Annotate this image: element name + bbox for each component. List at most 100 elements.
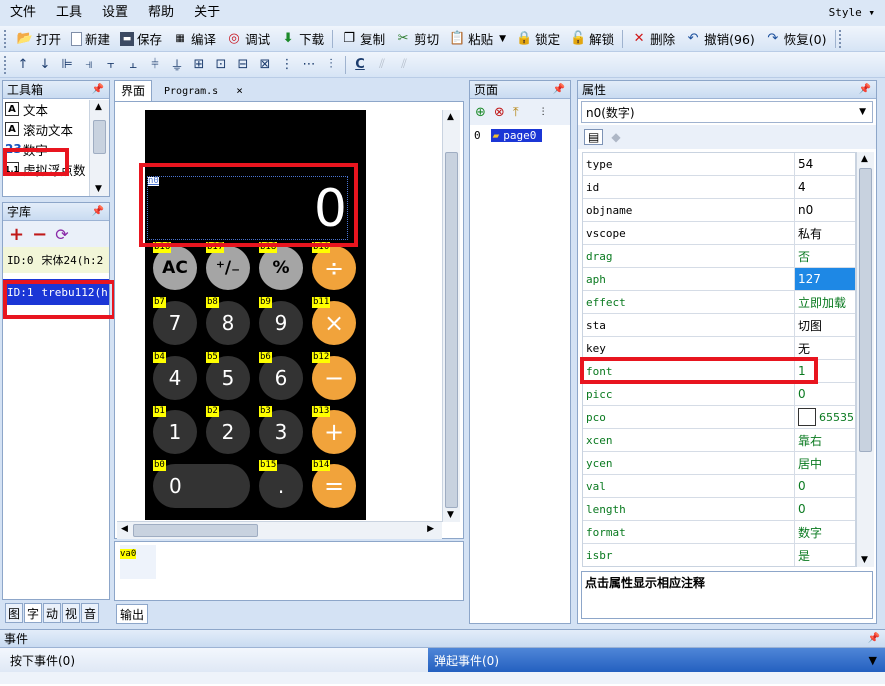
property-value[interactable]: 数字 — [795, 521, 855, 543]
space-h-icon[interactable]: ⋮ — [276, 57, 298, 72]
property-row-ycen[interactable]: ycen 居中 — [583, 452, 855, 475]
unlock-button[interactable]: 🔓 解锁 — [565, 28, 619, 50]
property-value[interactable]: 私有 — [795, 222, 855, 244]
same-size-icon[interactable]: ⊠ — [254, 57, 276, 72]
tab-press-event[interactable]: 按下事件(0) — [0, 648, 428, 672]
menu-about[interactable]: 关于 — [184, 0, 230, 26]
property-row-effect[interactable]: effect 立即加载 — [583, 291, 855, 314]
align-center-v-icon[interactable]: ⫩ — [144, 57, 166, 72]
arrow-up-icon[interactable]: ↑ — [12, 57, 34, 72]
toolbar-overflow[interactable]: ⋮ — [539, 107, 548, 117]
property-row-vscope[interactable]: vscope 私有 — [583, 222, 855, 245]
props-scrollbar[interactable]: ▲ ▼ — [856, 152, 874, 567]
align-grid-icon[interactable]: ⊞ — [188, 57, 210, 72]
remove-icon[interactable]: − — [32, 224, 47, 245]
menu-help[interactable]: 帮助 — [138, 0, 184, 26]
pin-icon[interactable]: 📌 — [92, 203, 104, 221]
align-top-icon[interactable]: ⫟ — [100, 57, 122, 72]
property-row-pco[interactable]: pco 65535 — [583, 406, 855, 429]
property-row-sta[interactable]: sta 切图 — [583, 314, 855, 337]
tab-audio[interactable]: 音 — [81, 603, 99, 623]
compile-button[interactable]: ▦ 编译 — [167, 28, 221, 50]
property-row-type[interactable]: type 54 — [583, 153, 855, 176]
toolbar-grip[interactable] — [4, 29, 9, 48]
delete-button[interactable]: ✕ 删除 — [626, 28, 680, 50]
space-v-icon[interactable]: ⋯ — [298, 57, 320, 72]
add-page-icon[interactable]: ⊕ — [475, 105, 486, 120]
undo-button[interactable]: ↶ 撤销(96) — [680, 28, 760, 50]
property-row-xcen[interactable]: xcen 靠右 — [583, 429, 855, 452]
scrollbar-thumb[interactable] — [445, 152, 458, 508]
color-swatch[interactable] — [798, 408, 816, 426]
same-height-icon[interactable]: ⊟ — [232, 57, 254, 72]
tab-pictures[interactable]: 图 — [5, 603, 23, 623]
tab-interface[interactable]: 界面 — [114, 80, 153, 101]
property-value[interactable]: 是 — [795, 544, 855, 566]
align-right-icon[interactable]: ⫣ — [78, 57, 100, 72]
property-value[interactable]: 无 — [795, 337, 855, 359]
scrollbar-thumb[interactable] — [133, 524, 258, 537]
variable-va0[interactable]: va0 — [120, 545, 156, 579]
toolbar-overflow[interactable] — [838, 29, 844, 48]
arrow-down-icon[interactable]: ↓ — [34, 57, 56, 72]
chevron-down-icon[interactable]: ▼ — [869, 654, 877, 667]
property-row-length[interactable]: length 0 — [583, 498, 855, 521]
tab-animations[interactable]: 动 — [43, 603, 61, 623]
property-value[interactable]: 54 — [795, 153, 855, 175]
scrollbar-thumb[interactable] — [93, 120, 106, 154]
pin-icon[interactable]: 📌 — [868, 630, 880, 648]
style-menu[interactable]: Style ▾ — [829, 0, 875, 26]
delete-page-icon[interactable]: ⊗ — [494, 105, 505, 120]
menu-file[interactable]: 文件 — [0, 0, 46, 26]
close-icon[interactable]: × — [236, 84, 243, 97]
lock-button[interactable]: 🔒 锁定 — [511, 28, 565, 50]
property-value[interactable]: 0 — [795, 475, 855, 497]
tab-release-event[interactable]: 弹起事件(0) ▼ — [428, 648, 885, 672]
property-row-aph[interactable]: aph 127 — [583, 268, 855, 291]
paste-button[interactable]: 📋 粘贴 ▼ — [444, 28, 511, 50]
refresh-icon[interactable]: ⟳ — [55, 225, 68, 244]
page-list-item[interactable]: 0 ▰ page0 — [470, 125, 570, 145]
property-value[interactable]: 立即加载 — [795, 291, 855, 313]
toolbar-grip[interactable] — [4, 55, 9, 74]
toolbox-scrollbar[interactable]: ▲ ▼ — [89, 100, 109, 196]
pin-icon[interactable]: 📌 — [553, 81, 565, 99]
copy-format-icon[interactable]: C — [349, 57, 371, 72]
property-value[interactable]: 4 — [795, 176, 855, 198]
align-left-icon[interactable]: ⊫ — [56, 57, 78, 72]
pin-icon[interactable]: 📌 — [92, 81, 104, 99]
calc-button-b0[interactable]: 0 — [153, 464, 250, 508]
property-row-drag[interactable]: drag 否 — [583, 245, 855, 268]
category-view-icon[interactable]: ▤ — [584, 129, 604, 145]
copy-button[interactable]: ❐ 复制 — [336, 28, 390, 50]
align-center-h-icon[interactable]: ⏚ — [166, 55, 188, 74]
canvas-vscrollbar[interactable]: ▲ ▼ — [442, 110, 460, 522]
menu-tools[interactable]: 工具 — [46, 0, 92, 26]
property-row-id[interactable]: id 4 — [583, 176, 855, 199]
property-value[interactable]: 127 — [795, 268, 855, 290]
sort-icon[interactable]: ◆ — [611, 130, 620, 144]
property-value[interactable]: 0 — [795, 383, 855, 405]
property-value[interactable]: 居中 — [795, 452, 855, 474]
component-select[interactable]: n0(数字) ▼ — [581, 101, 873, 123]
save-button[interactable]: ▬ 保存 — [115, 28, 167, 50]
property-value[interactable]: 靠右 — [795, 429, 855, 451]
property-row-isbr[interactable]: isbr 是 — [583, 544, 855, 566]
property-value[interactable]: 否 — [795, 245, 855, 267]
open-button[interactable]: 📂 打开 — [12, 28, 66, 50]
property-row-val[interactable]: val 0 — [583, 475, 855, 498]
scrollbar-thumb[interactable] — [859, 168, 872, 452]
property-value[interactable]: 65535 — [795, 406, 855, 428]
new-button[interactable]: 新建 — [66, 28, 115, 50]
property-row-format[interactable]: format 数字 — [583, 521, 855, 544]
redo-button[interactable]: ↷ 恢复(0) — [760, 28, 832, 50]
tab-videos[interactable]: 视 — [62, 603, 80, 623]
fontlib-item[interactable]: ID:0 宋体24(h:2 — [3, 247, 109, 273]
download-button[interactable]: ⬇ 下载 — [275, 28, 329, 50]
property-value[interactable]: 0 — [795, 498, 855, 520]
property-row-objname[interactable]: objname n0 — [583, 199, 855, 222]
menu-settings[interactable]: 设置 — [92, 0, 138, 26]
page-up-icon[interactable]: ⤒ — [513, 105, 519, 120]
property-value[interactable]: n0 — [795, 199, 855, 221]
cut-button[interactable]: ✂ 剪切 — [390, 28, 444, 50]
